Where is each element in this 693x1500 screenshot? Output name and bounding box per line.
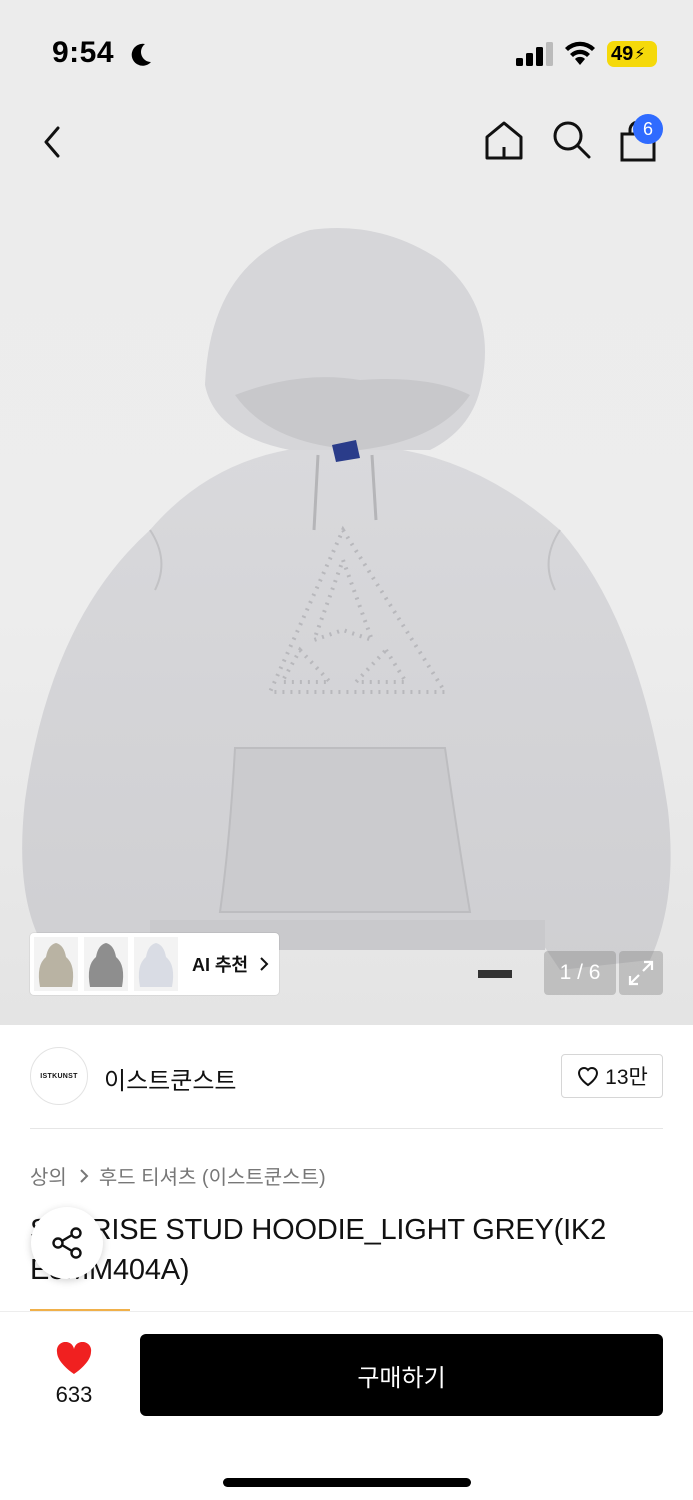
page-counter: 1 / 6: [544, 951, 616, 995]
home-icon[interactable]: [482, 118, 526, 162]
brand-name[interactable]: 이스트쿤스트: [104, 1061, 236, 1096]
search-icon[interactable]: [550, 118, 592, 162]
cart-count-badge: 6: [633, 114, 663, 144]
chevron-right-icon: [80, 1168, 89, 1183]
chevron-right-icon: [260, 957, 269, 971]
thumbnail[interactable]: [134, 937, 178, 991]
product-image[interactable]: [0, 200, 693, 990]
top-nav: [0, 110, 693, 174]
expand-button[interactable]: [619, 951, 663, 995]
heart-filled-icon: [56, 1342, 92, 1374]
product-title: SUNRISE STUD HOODIE_LIGHT GREY(IK2 E5MM4…: [30, 1214, 607, 1286]
ai-recommend-label: AI 추천: [192, 955, 249, 975]
share-icon: [52, 1227, 82, 1259]
divider: [30, 1128, 663, 1129]
brand-like-count: 13만: [605, 1066, 648, 1089]
breadcrumb: 상의 후드 티셔츠 (이스트쿤스트): [30, 1161, 326, 1190]
heart-outline-icon: [578, 1067, 599, 1087]
expand-icon: [628, 960, 654, 986]
battery-level: 49: [611, 42, 634, 65]
brand-like-button[interactable]: 13만: [561, 1054, 663, 1098]
status-time: 9:54: [52, 36, 115, 69]
status-bar: 9:54 49 ⚡: [0, 0, 693, 110]
signal-icon: [516, 42, 553, 66]
wishlist-count: 633: [55, 1382, 93, 1407]
breadcrumb-item[interactable]: 상의: [30, 1161, 67, 1190]
share-button[interactable]: [31, 1207, 103, 1279]
wifi-icon: [565, 41, 595, 65]
product-gallery-area: 9:54 49 ⚡ 6 AI 추천 1 / 6: [0, 0, 693, 1025]
brand-row: ISTKUNST 이스트쿤스트 13만: [30, 1047, 663, 1107]
brand-logo[interactable]: ISTKUNST: [30, 1047, 88, 1105]
wishlist-button[interactable]: 633: [40, 1342, 108, 1408]
battery-icon: 49 ⚡: [607, 41, 657, 67]
bottom-action-bar: 633 구매하기: [0, 1311, 693, 1500]
chevron-left-icon[interactable]: [36, 120, 70, 164]
home-indicator: [223, 1478, 471, 1487]
thumbnail[interactable]: [34, 937, 78, 991]
buy-button[interactable]: 구매하기: [140, 1334, 663, 1416]
ai-recommend-strip[interactable]: AI 추천: [30, 933, 279, 995]
breadcrumb-item[interactable]: 후드 티셔츠 (이스트쿤스트): [99, 1161, 326, 1190]
moon-icon: [131, 43, 151, 66]
thumbnail[interactable]: [84, 937, 128, 991]
